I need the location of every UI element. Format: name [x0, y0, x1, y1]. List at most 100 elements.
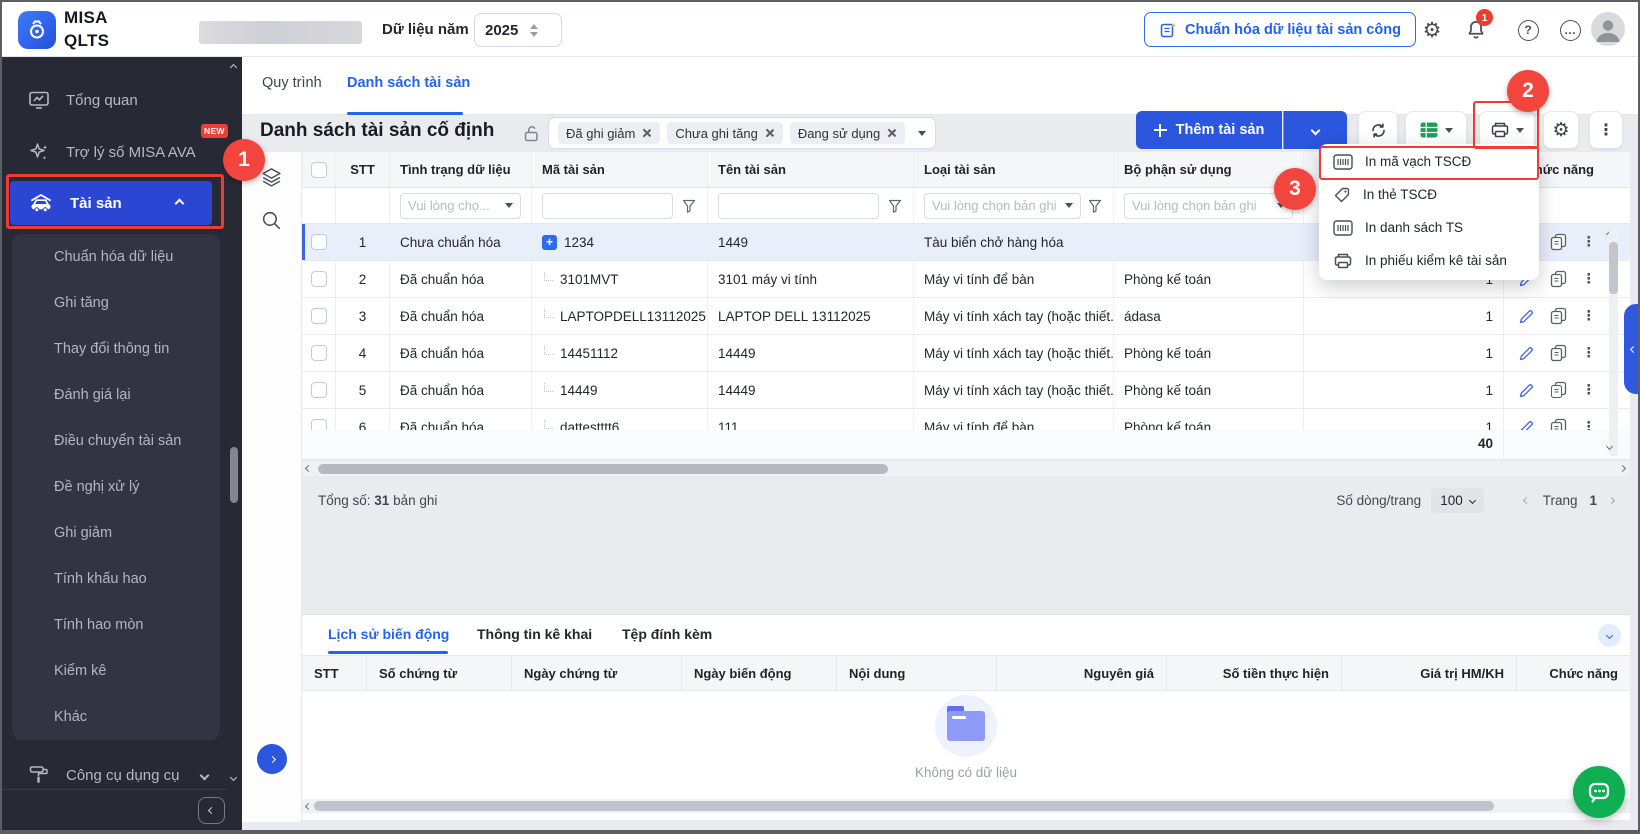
column-header-code[interactable]: Mã tài sản: [532, 152, 708, 187]
submenu-item-thay-doi-thong-tin[interactable]: Thay đổi thông tin: [12, 326, 220, 372]
column-header-status[interactable]: Tình trạng dữ liệu: [390, 152, 532, 187]
column-header-type[interactable]: Loại tài sản: [914, 152, 1114, 187]
vertical-scrollbar[interactable]: [1609, 228, 1618, 456]
column-header-stt[interactable]: STT: [336, 152, 390, 187]
row-checkbox[interactable]: [311, 382, 327, 398]
grid-settings-button[interactable]: ⚙: [1543, 111, 1579, 149]
submenu-item-dieu-chuyen-tai-san[interactable]: Điều chuyển tài sản: [12, 418, 220, 464]
submenu-item-chuan-hoa-du-lieu[interactable]: Chuẩn hóa dữ liệu: [12, 234, 220, 280]
horizontal-scrollbar-thumb[interactable]: [318, 464, 888, 474]
detail-scrollbar-thumb[interactable]: [314, 801, 1494, 811]
more-actions-button[interactable]: ⋮: [1589, 111, 1623, 149]
duplicate-icon[interactable]: [1550, 270, 1567, 288]
horizontal-scrollbar[interactable]: [302, 461, 1630, 476]
menu-item-in-the-tscd[interactable]: In thẻ TSCĐ: [1319, 178, 1539, 211]
duplicate-icon[interactable]: [1550, 381, 1567, 399]
close-icon[interactable]: [887, 128, 897, 138]
submenu-item-danh-gia-lai[interactable]: Đánh giá lại: [12, 372, 220, 418]
filter-chip[interactable]: Đang sử dụng: [790, 122, 905, 144]
type-filter-select[interactable]: Vui lòng chọn bản ghi: [924, 193, 1081, 219]
menu-item-in-danh-sach-ts[interactable]: In danh sách TS: [1319, 211, 1539, 244]
tab-tep-dinh-kem[interactable]: Tệp đính kèm: [622, 626, 712, 642]
submenu-item-ghi-tang[interactable]: Ghi tăng: [12, 280, 220, 326]
row-kebab-icon[interactable]: ⋮: [1582, 234, 1596, 250]
duplicate-icon[interactable]: [1550, 233, 1567, 251]
add-asset-button[interactable]: Thêm tài sản: [1136, 111, 1282, 149]
row-kebab-icon[interactable]: ⋮: [1582, 345, 1596, 361]
sidebar-item-misa-ava[interactable]: Trợ lý số MISA AVA NEW: [2, 132, 220, 172]
year-stepper[interactable]: [530, 24, 538, 37]
row-kebab-icon[interactable]: ⋮: [1582, 271, 1596, 287]
table-row[interactable]: 3 Đã chuẩn hóa LAPTOPDELL13112025 LAPTOP…: [302, 298, 1630, 335]
name-filter-input[interactable]: [718, 193, 879, 219]
select-all-checkbox[interactable]: [311, 162, 327, 178]
row-checkbox[interactable]: [311, 271, 327, 287]
submenu-item-tinh-khau-hao[interactable]: Tính khấu hao: [12, 556, 220, 602]
menu-item-in-phieu-kiem-ke[interactable]: In phiếu kiểm kê tài sản: [1319, 244, 1539, 277]
stepper-up-icon[interactable]: [530, 24, 538, 29]
code-filter-input[interactable]: [542, 193, 673, 219]
chips-dropdown-caret[interactable]: [918, 131, 926, 136]
submenu-item-ghi-giam[interactable]: Ghi giảm: [12, 510, 220, 556]
sidebar-scrollbar-thumb[interactable]: [230, 447, 238, 503]
row-checkbox[interactable]: [311, 308, 327, 324]
submenu-item-khac[interactable]: Khác: [12, 694, 220, 740]
tab-quy-trinh[interactable]: Quy trình: [262, 75, 322, 91]
app-logo[interactable]: [18, 11, 56, 49]
row-kebab-icon[interactable]: ⋮: [1582, 308, 1596, 324]
close-icon[interactable]: [765, 128, 775, 138]
column-header-name[interactable]: Tên tài sản: [708, 152, 914, 187]
duplicate-icon[interactable]: [1550, 344, 1567, 362]
detail-horizontal-scrollbar[interactable]: [302, 799, 1630, 813]
tab-thong-tin-ke-khai[interactable]: Thông tin kê khai: [477, 626, 592, 642]
status-filter-select[interactable]: Vui lòng chọ...: [400, 193, 521, 219]
vertical-scrollbar-thumb[interactable]: [1609, 242, 1618, 294]
filter-funnel-icon[interactable]: [1087, 198, 1103, 214]
search-icon[interactable]: [260, 209, 284, 233]
filter-chip[interactable]: Đã ghi giảm: [558, 122, 660, 144]
tab-danh-sach-tai-san[interactable]: Danh sách tài sản: [347, 75, 470, 91]
menu-item-in-ma-vach-tscd[interactable]: In mã vạch TSCĐ: [1319, 145, 1539, 178]
row-kebab-icon[interactable]: ⋮: [1582, 382, 1596, 398]
sidebar-collapse-button[interactable]: [198, 797, 225, 824]
stepper-down-icon[interactable]: [530, 32, 538, 37]
submenu-item-tinh-hao-mon[interactable]: Tính hao mòn: [12, 602, 220, 648]
submenu-item-kiem-ke[interactable]: Kiểm kê: [12, 648, 220, 694]
notifications-bell-icon[interactable]: 1: [1464, 18, 1488, 42]
help-icon[interactable]: ?: [1516, 18, 1540, 42]
edit-icon[interactable]: [1518, 419, 1535, 431]
right-panel-handle[interactable]: [1624, 304, 1640, 394]
tab-lich-su-bien-dong[interactable]: Lịch sử biến động: [328, 626, 449, 642]
close-icon[interactable]: [642, 128, 652, 138]
scroll-left-icon[interactable]: [305, 802, 312, 809]
submenu-item-de-nghi-xu-ly[interactable]: Đề nghị xử lý: [12, 464, 220, 510]
sidebar-item-overview[interactable]: Tổng quan: [2, 80, 220, 120]
prev-page-icon[interactable]: [1523, 496, 1530, 503]
row-checkbox[interactable]: [311, 234, 327, 250]
print-dropdown-caret[interactable]: [1516, 128, 1524, 133]
collapse-detail-panel-button[interactable]: [1598, 624, 1621, 647]
data-year-select[interactable]: 2025: [474, 13, 562, 47]
excel-dropdown-caret[interactable]: [1445, 128, 1453, 133]
edit-icon[interactable]: [1518, 382, 1535, 399]
row-kebab-icon[interactable]: ⋮: [1582, 419, 1596, 430]
scroll-left-icon[interactable]: [305, 465, 312, 472]
expand-panel-button[interactable]: [257, 744, 287, 774]
per-page-select[interactable]: 100: [1431, 488, 1484, 513]
unlock-icon[interactable]: [522, 124, 541, 148]
avatar[interactable]: [1591, 12, 1625, 51]
expand-row-icon[interactable]: +: [542, 235, 557, 250]
row-checkbox[interactable]: [311, 419, 327, 430]
row-checkbox[interactable]: [311, 345, 327, 361]
filter-funnel-icon[interactable]: [887, 198, 903, 214]
sidebar-item-assets[interactable]: Tài sản: [10, 181, 212, 225]
duplicate-icon[interactable]: [1550, 418, 1567, 430]
filter-chip[interactable]: Chưa ghi tăng: [667, 122, 782, 144]
table-row[interactable]: 4 Đã chuẩn hóa 14451112 14449 Máy vi tín…: [302, 335, 1630, 372]
settings-gear-icon[interactable]: ⚙: [1420, 18, 1444, 42]
more-options-icon[interactable]: …: [1558, 18, 1582, 42]
scroll-right-icon[interactable]: [1619, 465, 1626, 472]
filter-funnel-icon[interactable]: [681, 198, 697, 214]
table-row[interactable]: 6 Đã chuẩn hóa dattestttt6 111 Máy vi tí…: [302, 409, 1630, 430]
edit-icon[interactable]: [1518, 345, 1535, 362]
